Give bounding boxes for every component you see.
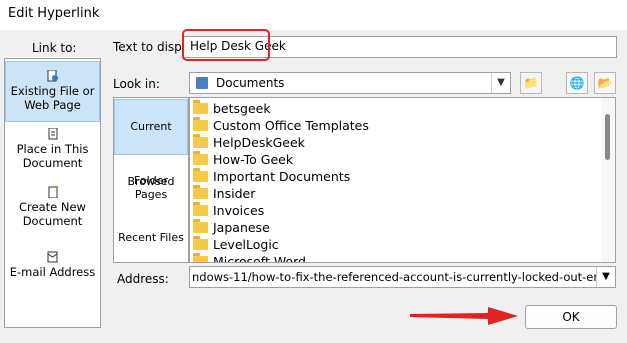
link-create-new-option[interactable]: Create New Document (5, 184, 100, 238)
folder-icon (193, 202, 208, 216)
current-folder-option[interactable]: Current Folder (114, 99, 188, 187)
folder-name: LevelLogic (213, 237, 279, 252)
list-item[interactable]: How-To Geek (193, 151, 293, 168)
link-option-line2: Web Page (24, 98, 81, 112)
folder-icon (193, 117, 208, 131)
browsed-pages-option[interactable]: Browsed Pages (114, 175, 188, 201)
chevron-down-icon[interactable]: ▼ (491, 73, 510, 93)
folder-icon (193, 168, 208, 182)
address-label: Address: (117, 272, 169, 286)
globe-search-icon: 🌐 (569, 76, 585, 90)
file-list: betsgeek Custom Office Templates HelpDes… (189, 97, 616, 263)
link-email-option[interactable]: E-mail Address (5, 249, 100, 285)
list-item[interactable]: Microsoft Word (193, 253, 306, 263)
folder-up-icon: 📁 (523, 76, 539, 90)
list-item[interactable]: Japanese (193, 219, 270, 236)
highlight-box (182, 29, 270, 61)
folder-name: Invoices (213, 203, 265, 218)
new-document-icon (48, 186, 58, 198)
link-option-line2: Document (22, 214, 83, 228)
email-icon (47, 251, 57, 263)
link-existing-file-option[interactable]: Existing File or Web Page (5, 61, 100, 122)
folder-name: betsgeek (213, 101, 271, 116)
link-option-line2: Document (22, 156, 83, 170)
folder-name: Important Documents (213, 169, 351, 184)
folder-icon (193, 219, 208, 233)
list-item[interactable]: HelpDeskGeek (193, 134, 305, 151)
link-option-line1: Create New (19, 200, 86, 214)
browse-file-button[interactable]: 📂 (594, 72, 616, 94)
document-icon (48, 128, 57, 140)
scrollbar[interactable] (601, 98, 615, 262)
scrollbar-thumb[interactable] (605, 114, 610, 160)
folder-icon (193, 236, 208, 250)
folder-name: Insider (213, 186, 256, 201)
folder-icon (193, 185, 208, 199)
link-option-line1: Existing File or (10, 84, 95, 98)
chevron-down-icon[interactable]: ▼ (596, 267, 615, 287)
browse-options-panel: Current Folder Browsed Pages Recent File… (113, 97, 189, 263)
list-item[interactable]: Insider (193, 185, 255, 202)
window-title: Edit Hyperlink (8, 6, 100, 21)
link-place-in-document-option[interactable]: Place in This Document (5, 126, 100, 180)
look-in-dropdown[interactable]: Documents ▼ (189, 72, 511, 94)
folder-name: How-To Geek (213, 152, 294, 167)
globe-document-icon (47, 70, 58, 82)
up-folder-button[interactable]: 📁 (520, 72, 542, 94)
browse-web-button[interactable]: 🌐 (566, 72, 588, 94)
link-to-label: Link to: (32, 41, 77, 55)
list-item[interactable]: LevelLogic (193, 236, 279, 253)
link-to-panel: Existing File or Web Page Place in This … (4, 58, 101, 328)
list-item[interactable]: betsgeek (193, 100, 271, 117)
list-item[interactable]: Invoices (193, 202, 264, 219)
folder-name: Custom Office Templates (213, 118, 369, 133)
address-value: ndows-11/how-to-fix-the-referenced-accou… (192, 270, 616, 284)
folder-icon (193, 134, 208, 148)
documents-icon (196, 77, 208, 89)
open-folder-icon: 📂 (597, 76, 613, 90)
recent-files-option[interactable]: Recent Files (114, 231, 188, 244)
link-option-line1: E-mail Address (9, 265, 96, 279)
ok-button[interactable]: OK (525, 305, 617, 329)
folder-name: Microsoft Word (213, 254, 306, 263)
address-input[interactable]: ndows-11/how-to-fix-the-referenced-accou… (189, 266, 616, 288)
folder-name: HelpDeskGeek (213, 135, 305, 150)
list-item[interactable]: Important Documents (193, 168, 350, 185)
folder-icon (193, 151, 208, 165)
look-in-value: Documents (216, 76, 285, 90)
link-option-line1: Place in This (16, 142, 89, 156)
folder-icon (193, 253, 208, 262)
list-item[interactable]: Custom Office Templates (193, 117, 369, 134)
folder-name: Japanese (213, 220, 270, 235)
look-in-label: Look in: (113, 77, 160, 91)
folder-icon (193, 100, 208, 114)
arrow-annotation-icon (410, 307, 518, 325)
